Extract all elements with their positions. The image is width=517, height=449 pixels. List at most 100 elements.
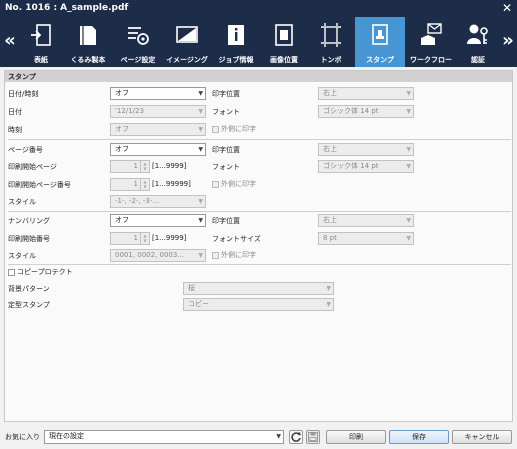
tab-workflow[interactable]: ワークフロー (406, 17, 456, 67)
stamp-panel: スタンプ 日付/時刻 オフ 印字位置 右上 日付 '12/1/23 フォント ゴ… (4, 70, 513, 422)
page-number-style-select[interactable]: -1-, -2-, -3-... (110, 195, 206, 208)
tab-label: 認証 (471, 56, 485, 64)
tab-label: トンボ (320, 56, 342, 64)
stepper-value: 1 (133, 234, 138, 242)
section-header: スタンプ (5, 71, 512, 82)
checkbox-box[interactable] (212, 125, 219, 133)
copy-protect-checkbox[interactable]: コピープロテクト (8, 267, 73, 277)
fixed-stamp-select[interactable]: コピー (183, 298, 334, 311)
numbering-style-select[interactable]: 0001, 0002, 0003... (110, 249, 206, 262)
checkbox-label: 外側に印字 (221, 251, 256, 259)
cover-icon (31, 24, 51, 46)
save-button[interactable]: 保存 (389, 430, 449, 444)
tab-label: イメージング (166, 56, 208, 64)
save-favorite-button[interactable] (306, 430, 320, 444)
divider (8, 211, 511, 212)
stepper-value: 1 (133, 180, 138, 188)
imaging-icon (176, 26, 198, 43)
numbering-position-select[interactable]: 右上 (318, 214, 414, 227)
checkbox-box[interactable] (212, 251, 219, 259)
tab-label: ジョブ情報 (218, 56, 254, 64)
spin-arrows-icon[interactable]: ▲ ▼ (140, 233, 149, 244)
numbering-font-size-label: フォントサイズ (212, 235, 261, 243)
image-position-icon (275, 24, 293, 46)
tab-imaging[interactable]: イメージング (162, 17, 212, 67)
divider (8, 264, 511, 265)
background-pattern-label: 背景パターン (8, 285, 50, 293)
datetime-outside-checkbox[interactable]: 外側に印字 (212, 124, 256, 134)
tab-label: スタンプ (366, 56, 394, 64)
datetime-font-select[interactable]: ゴシック体 14 pt (318, 105, 414, 118)
datetime-position-label: 印字位置 (212, 90, 240, 98)
spin-arrows-icon[interactable]: ▲ ▼ (140, 179, 149, 190)
window-title: No. 1016 : A_sample.pdf (5, 3, 129, 13)
title-bar: No. 1016 : A_sample.pdf ✕ (0, 0, 517, 17)
tab-job-info[interactable]: ジョブ情報 (211, 17, 261, 67)
tab-stamp[interactable]: スタンプ (355, 17, 405, 67)
tab-authentication[interactable]: 認証 (453, 17, 503, 67)
numbering-label: ナンバリング (8, 217, 50, 225)
start-page-label: 印刷開始ページ (8, 163, 57, 171)
page-number-label: ページ番号 (8, 146, 43, 154)
page-number-position-select[interactable]: 右上 (318, 143, 414, 156)
close-icon[interactable]: ✕ (502, 1, 512, 15)
checkbox-label: 外側に印字 (221, 125, 256, 133)
time-label: 時刻 (8, 126, 22, 134)
checkbox-box[interactable] (212, 180, 219, 188)
tab-label: ページ設定 (120, 56, 156, 64)
checkbox-label: 外側に印字 (221, 180, 256, 188)
tab-crop-marks[interactable]: トンボ (306, 17, 356, 67)
stepper-value: 1 (133, 162, 138, 170)
numbering-position-label: 印字位置 (212, 217, 240, 225)
datetime-position-select[interactable]: 右上 (318, 87, 414, 100)
start-page-stepper[interactable]: 1 ▲ ▼ (110, 160, 150, 173)
numbering-font-size-select[interactable]: 8 pt (318, 232, 414, 245)
datetime-label: 日付/時刻 (8, 90, 39, 98)
start-page-range: [1...9999] (152, 162, 187, 170)
checkbox-label: コピープロテクト (17, 268, 73, 276)
date-format-select[interactable]: '12/1/23 (110, 105, 206, 118)
floppy-disk-icon (307, 431, 319, 443)
datetime-font-label: フォント (212, 108, 240, 116)
start-page-number-range: [1...99999] (152, 180, 191, 188)
refresh-icon (291, 432, 301, 442)
page-number-outside-checkbox[interactable]: 外側に印字 (212, 179, 256, 189)
refresh-button[interactable] (289, 430, 303, 444)
tab-label: 表紙 (34, 56, 48, 64)
numbering-start-stepper[interactable]: 1 ▲ ▼ (110, 232, 150, 245)
scroll-right-icon[interactable]: » (500, 31, 516, 51)
page-number-font-select[interactable]: ゴシック体 14 pt (318, 160, 414, 173)
favorites-label: お気に入り (5, 433, 40, 441)
tab-cover[interactable]: 表紙 (16, 17, 66, 67)
numbering-outside-checkbox[interactable]: 外側に印字 (212, 250, 256, 260)
spin-arrows-icon[interactable]: ▲ ▼ (140, 161, 149, 172)
tab-binding[interactable]: くるみ製本 (63, 17, 113, 67)
authentication-icon (467, 24, 488, 44)
datetime-select[interactable]: オフ (110, 87, 206, 100)
tab-image-position[interactable]: 画像位置 (259, 17, 309, 67)
numbering-select[interactable]: オフ (110, 214, 206, 227)
page-number-style-label: スタイル (8, 198, 36, 206)
numbering-start-range: [1...9999] (152, 234, 187, 242)
divider (8, 139, 511, 140)
cancel-button[interactable]: キャンセル (452, 430, 512, 444)
fixed-stamp-label: 定型スタンプ (8, 301, 50, 309)
favorites-select[interactable]: 現在の設定 (44, 430, 284, 444)
tab-page-settings[interactable]: ページ設定 (113, 17, 163, 67)
date-label: 日付 (8, 108, 22, 116)
page-number-position-label: 印字位置 (212, 146, 240, 154)
tab-label: くるみ製本 (70, 56, 106, 64)
print-button[interactable]: 印刷 (326, 430, 386, 444)
page-number-font-label: フォント (212, 163, 240, 171)
checkbox-box[interactable] (8, 268, 15, 276)
stamp-icon (372, 24, 388, 45)
start-page-number-label: 印刷開始ページ番号 (8, 181, 71, 189)
workflow-icon (421, 23, 442, 45)
start-page-number-stepper[interactable]: 1 ▲ ▼ (110, 178, 150, 191)
job-info-icon (228, 25, 244, 45)
time-format-select[interactable]: オフ (110, 123, 206, 136)
tab-label: 画像位置 (270, 56, 298, 64)
page-number-select[interactable]: オフ (110, 143, 206, 156)
background-pattern-select[interactable]: 桜 (183, 282, 334, 295)
binding-icon (80, 26, 96, 45)
